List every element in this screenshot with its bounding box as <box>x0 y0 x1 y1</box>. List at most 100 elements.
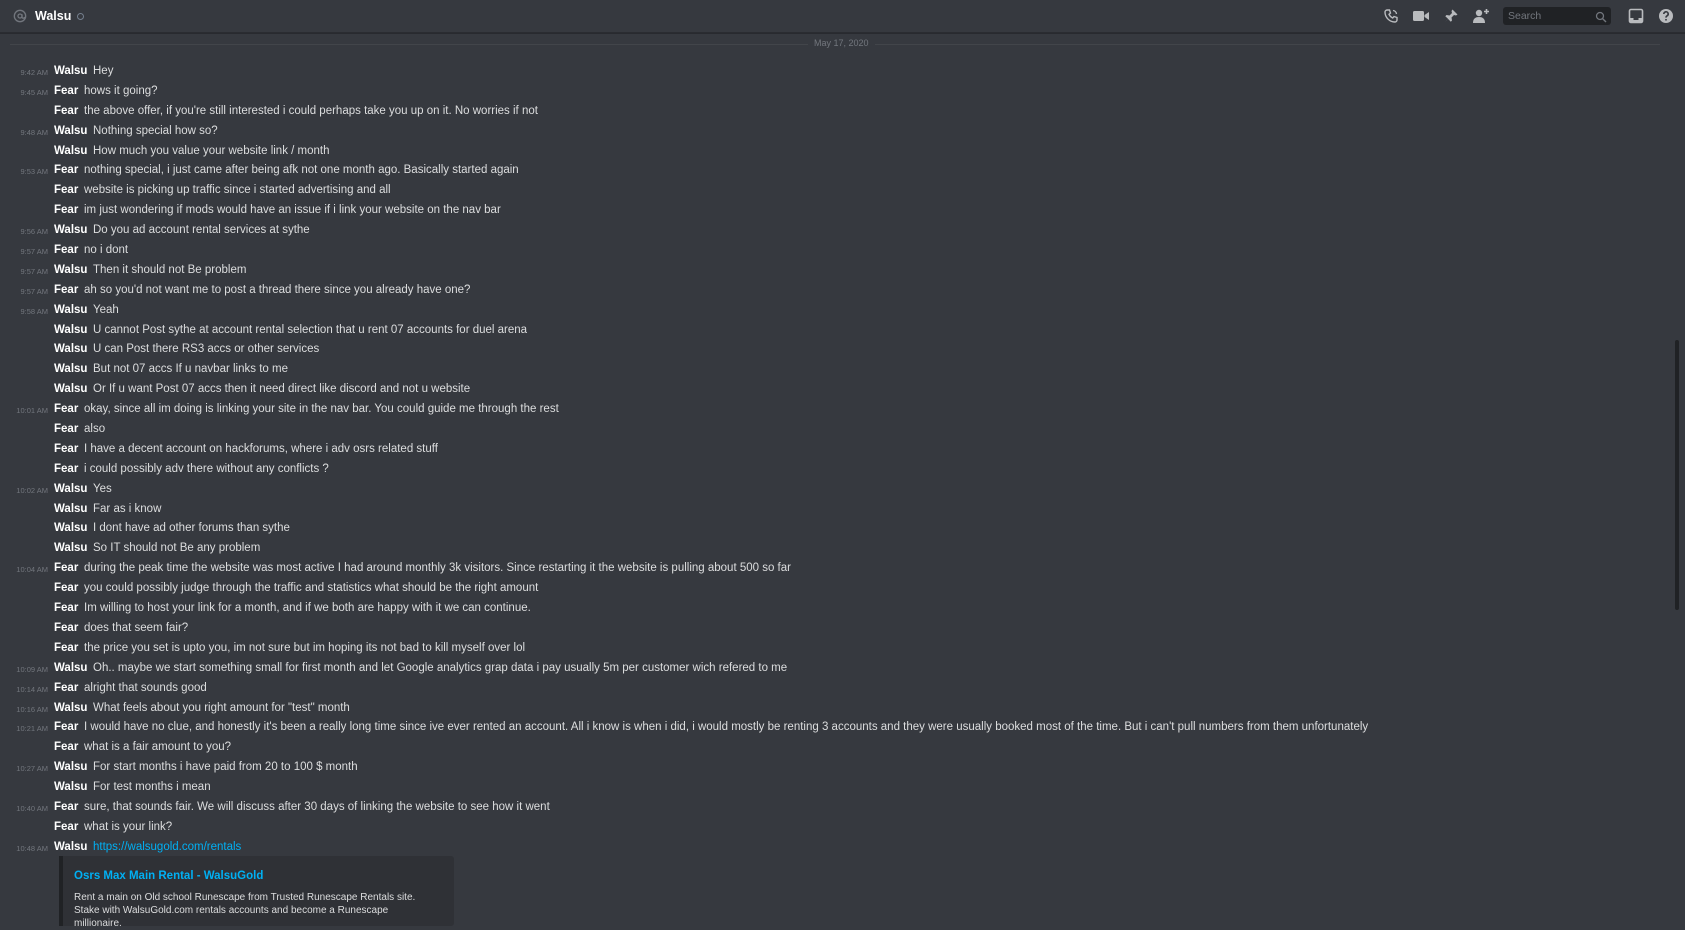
message-author[interactable]: Walsu <box>54 340 87 360</box>
message-text: Or If u want Post 07 accs then it need d… <box>93 383 471 396</box>
message-author[interactable]: Fear <box>54 102 78 122</box>
message-author[interactable]: Fear <box>54 619 78 639</box>
video-icon[interactable] <box>1410 5 1432 27</box>
message-text: ah so you'd not want me to post a thread… <box>84 283 471 296</box>
message-author[interactable]: Fear <box>54 599 78 619</box>
message-author[interactable]: Walsu <box>54 221 87 241</box>
message-timestamp: 9:57 AM <box>20 266 48 276</box>
message-text: what is a fair amount to you? <box>84 741 232 754</box>
message-text: Im willing to host your link for a month… <box>84 602 531 615</box>
message-timestamp: 10:14 AM <box>16 684 48 694</box>
message-row: Fear im just wondering if mods would have… <box>0 201 1660 221</box>
message-row: Walsu For test months i mean <box>0 778 1660 798</box>
embed-description: Rent a main on Old school Runescape from… <box>74 892 416 929</box>
message-author[interactable]: Walsu <box>54 261 87 281</box>
message-author[interactable]: Fear <box>54 718 78 738</box>
message-row: 9:53 AM Fear nothing special, i just came … <box>0 161 1660 181</box>
channel-header: Walsu <box>0 0 1685 33</box>
pin-icon[interactable] <box>1440 5 1462 27</box>
message-author[interactable]: Walsu <box>54 500 87 520</box>
message-author[interactable]: Fear <box>54 241 78 261</box>
embed-title[interactable]: Osrs Max Main Rental - WalsuGold <box>74 870 263 882</box>
message-author[interactable]: Walsu <box>54 321 87 341</box>
message-author[interactable]: Fear <box>54 161 78 181</box>
message-author[interactable]: Walsu <box>54 659 87 679</box>
message-row: 9:56 AM Walsu Do you ad account rental ser… <box>0 221 1660 241</box>
message-text: Then it should not Be problem <box>93 263 247 276</box>
message-author[interactable]: Fear <box>54 420 78 440</box>
message-author[interactable]: Walsu <box>54 480 87 500</box>
message-author[interactable]: Fear <box>54 281 78 301</box>
message-author[interactable]: Fear <box>54 639 78 659</box>
message-text: Do you ad account rental services at syt… <box>93 224 310 237</box>
message-timestamp: 9:42 AM <box>20 68 48 77</box>
message-author[interactable]: Fear <box>54 738 78 758</box>
at-icon <box>12 8 28 24</box>
message-author[interactable]: Walsu <box>54 699 87 719</box>
link-embed: Osrs Max Main Rental - WalsuGold Rent a … <box>59 856 454 929</box>
message-text: I dont have ad other forums than sythe <box>93 522 290 535</box>
message-text: website is picking up traffic since i st… <box>84 184 391 197</box>
search-box[interactable] <box>1503 7 1611 25</box>
message-row: Walsu How much you value your website lin… <box>0 142 1660 162</box>
message-timestamp: 10:21 AM <box>16 724 48 734</box>
message-row: Fear Im willing to host your link for a m… <box>0 599 1660 619</box>
message-text: you could possibly judge through the tra… <box>84 582 539 595</box>
message-row: Fear i could possibly adv there without a… <box>0 460 1660 480</box>
message-link[interactable]: https://walsugold.com/rentals <box>93 838 241 858</box>
message-author[interactable]: Fear <box>54 440 78 460</box>
message-row: 10:21 AM Fear I would have no clue, and ho… <box>0 718 1660 738</box>
message-row: 9:57 AM Fear ah so you'd not want me to po… <box>0 281 1660 301</box>
add-friend-icon[interactable] <box>1470 5 1492 27</box>
message-author[interactable]: Fear <box>54 181 78 201</box>
message-row: Walsu But not 07 accs If u navbar links t… <box>0 360 1660 380</box>
message-text: U cannot Post sythe at account rental se… <box>93 323 528 336</box>
message-author[interactable]: Fear <box>54 201 78 221</box>
message-row: 10:14 AM Fear alright that sounds good <box>0 679 1660 699</box>
message-text: Nothing special how so? <box>93 124 218 137</box>
inbox-icon[interactable] <box>1625 5 1647 27</box>
message-author[interactable]: Fear <box>54 460 78 480</box>
help-icon[interactable] <box>1655 5 1677 27</box>
message-row: Walsu Or If u want Post 07 accs then it n… <box>0 380 1660 400</box>
message-row: 10:40 AM Fear sure, that sounds fair. We w… <box>0 798 1660 818</box>
message-author[interactable]: Walsu <box>54 519 87 539</box>
message-timestamp: 10:01 AM <box>16 406 48 416</box>
message-author[interactable]: Fear <box>54 818 78 838</box>
message-author[interactable]: Walsu <box>54 758 87 778</box>
message-text: But not 07 accs If u navbar links to me <box>93 363 288 376</box>
message-author[interactable]: Fear <box>54 82 78 102</box>
message-author[interactable]: Walsu <box>54 380 87 400</box>
message-author[interactable]: Walsu <box>54 778 87 798</box>
message-timestamp: 9:48 AM <box>20 127 48 137</box>
message-author[interactable]: Walsu <box>54 62 87 82</box>
message-row: 9:57 AM Fear no i dont <box>0 241 1660 261</box>
message-text: Far as i know <box>93 502 162 515</box>
call-icon[interactable] <box>1380 5 1402 27</box>
message-author[interactable]: Fear <box>54 798 78 818</box>
message-author[interactable]: Fear <box>54 400 78 420</box>
message-author[interactable]: Walsu <box>54 122 87 142</box>
scrollbar-thumb[interactable] <box>1675 340 1679 610</box>
message-text: U can Post there RS3 accs or other servi… <box>93 343 320 356</box>
message-text: okay, since all im doing is linking your… <box>84 403 559 416</box>
message-row: Fear also <box>0 420 1660 440</box>
message-row: Fear you could possibly judge through the… <box>0 579 1660 599</box>
message-text: Yes <box>93 482 112 495</box>
message-author[interactable]: Fear <box>54 679 78 699</box>
message-row: 9:58 AM Walsu Yeah <box>0 301 1660 321</box>
message-text: hows it going? <box>84 84 158 97</box>
message-text: alright that sounds good <box>84 681 207 694</box>
message-text: does that seem fair? <box>84 621 189 634</box>
message-text: no i dont <box>84 244 129 257</box>
message-timestamp: 9:53 AM <box>20 167 48 177</box>
message-author[interactable]: Walsu <box>54 301 87 321</box>
search-input[interactable] <box>1503 9 1596 23</box>
message-author[interactable]: Walsu <box>54 360 87 380</box>
message-author[interactable]: Fear <box>54 559 78 579</box>
message-author[interactable]: Walsu <box>54 539 87 559</box>
message-timestamp: 10:09 AM <box>16 664 48 674</box>
message-author[interactable]: Fear <box>54 579 78 599</box>
message-author[interactable]: Walsu <box>54 838 87 858</box>
message-author[interactable]: Walsu <box>54 142 87 162</box>
